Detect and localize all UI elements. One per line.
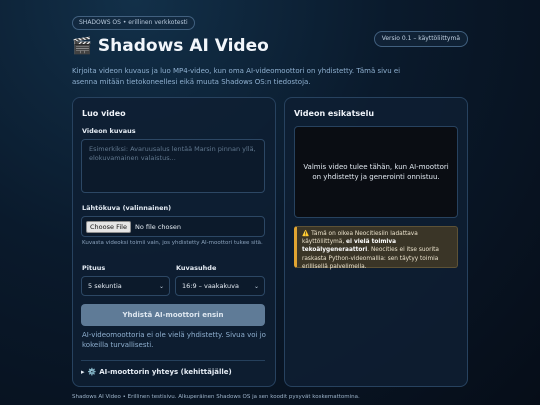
clapperboard-icon: 🎬 bbox=[72, 36, 92, 55]
chevron-down-icon: ⌄ bbox=[253, 282, 259, 290]
duration-value: 5 sekuntia bbox=[88, 282, 122, 290]
video-preview-area: Valmis video tulee tähän, kun AI-moottor… bbox=[294, 126, 458, 218]
divider bbox=[81, 360, 265, 361]
gear-icon: ⚙️ bbox=[87, 368, 97, 376]
no-file-text: No file chosen bbox=[134, 222, 181, 231]
os-pill: SHADOWS OS • erillinen verkkotesti bbox=[72, 16, 195, 30]
intro-text: Kirjoita videon kuvaus ja luo MP4-video,… bbox=[72, 67, 401, 86]
preview-card: Videon esikatselu Valmis video tulee täh… bbox=[284, 97, 468, 387]
warning-notice: ⚠️ Tämä on oikea Neocitiesiin ladattava … bbox=[294, 226, 458, 270]
connect-engine-button[interactable]: Yhdistä AI-moottori ensin bbox=[81, 304, 265, 326]
title-text: Shadows AI Video bbox=[97, 36, 269, 56]
duration-select[interactable]: 5 sekuntia ⌄ bbox=[81, 276, 170, 296]
chevron-down-icon: ⌄ bbox=[158, 282, 164, 290]
description-label: Videon kuvaus bbox=[82, 127, 136, 135]
engine-connection-label: AI-moottorin yhteys (kehittäjälle) bbox=[99, 368, 232, 376]
version-badge: Versio 0.1 – käyttöliittymä bbox=[373, 31, 468, 47]
start-image-label: Lähtökuva (valinnainen) bbox=[82, 204, 172, 212]
duration-label: Pituus bbox=[82, 264, 106, 272]
description-textarea[interactable]: Esimerkiksi: Avaruusalus lentää Marsin p… bbox=[81, 139, 265, 193]
engine-connection-toggle[interactable]: ▸ ⚙️ AI-moottorin yhteys (kehittäjälle) bbox=[81, 368, 232, 376]
warning-icon: ⚠️ bbox=[302, 231, 310, 237]
preview-heading: Videon esikatselu bbox=[294, 109, 375, 118]
start-image-file-input[interactable]: Choose File No file chosen bbox=[81, 216, 265, 237]
footer-text: Shadows AI Video • Erillinen testisivu. … bbox=[72, 394, 360, 400]
page-title: 🎬 Shadows AI Video bbox=[72, 36, 269, 56]
create-heading: Luo video bbox=[82, 109, 126, 118]
disclosure-triangle-icon: ▸ bbox=[81, 368, 85, 376]
choose-file-button[interactable]: Choose File bbox=[86, 220, 131, 233]
start-image-hint: Kuvasta videoksi toimii vain, jos yhdist… bbox=[82, 240, 263, 246]
aspect-value: 16:9 – vaakakuva bbox=[182, 282, 239, 290]
aspect-select[interactable]: 16:9 – vaakakuva ⌄ bbox=[175, 276, 265, 296]
engine-status-text: AI-videomoottoria ei ole vielä yhdistett… bbox=[82, 331, 266, 349]
aspect-label: Kuvasuhde bbox=[176, 264, 217, 272]
preview-placeholder: Valmis video tulee tähän, kun AI-moottor… bbox=[303, 163, 449, 181]
